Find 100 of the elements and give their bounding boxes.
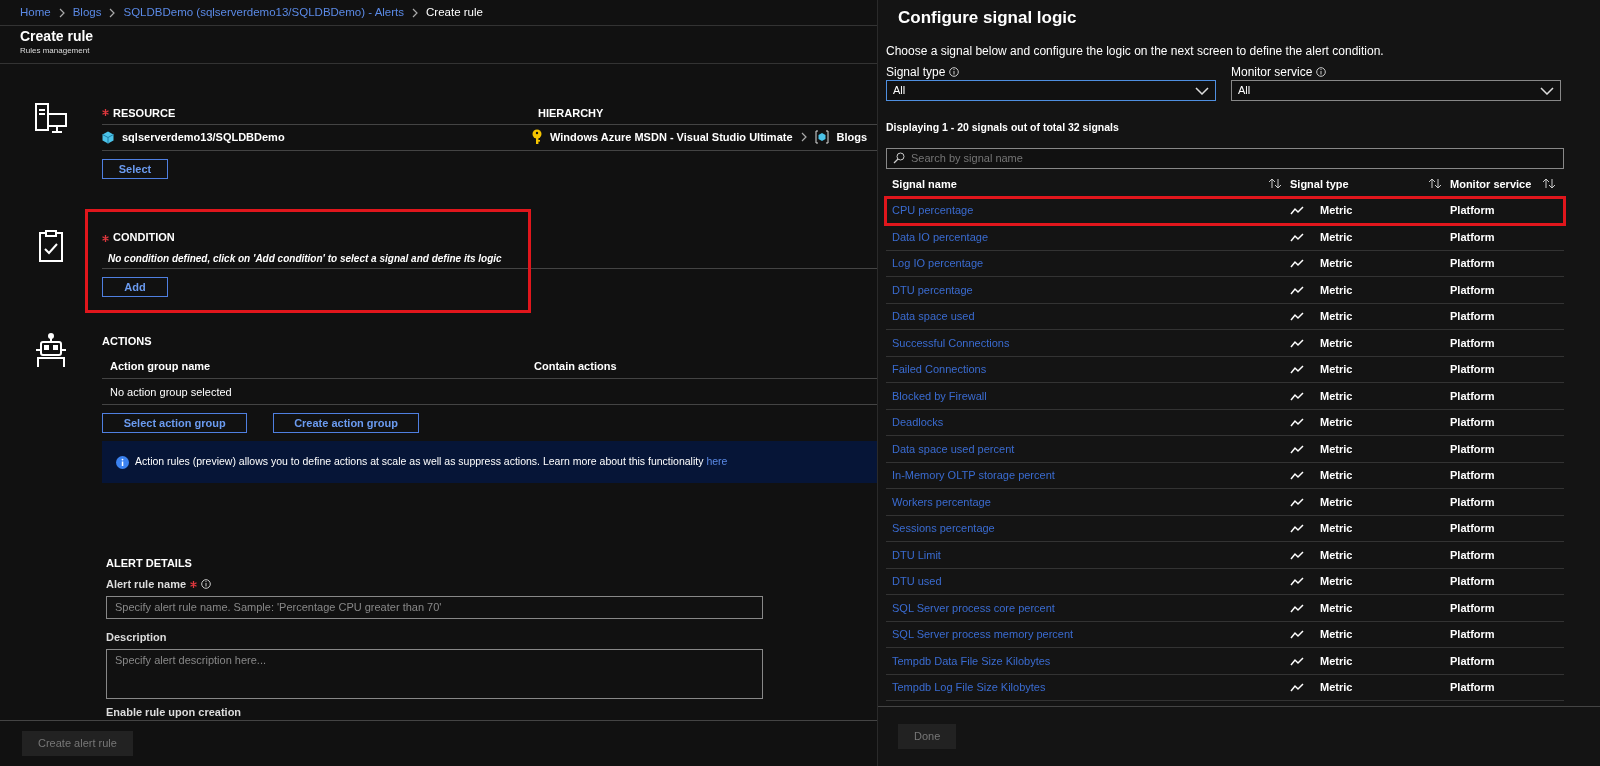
action-group-button[interactable]: Select action group bbox=[102, 413, 248, 434]
monitor-service: Platform bbox=[1450, 442, 1495, 455]
signal-type: Metric bbox=[1320, 600, 1353, 616]
signal-name-link[interactable]: Successful Connections bbox=[892, 336, 1010, 349]
signal-name-link[interactable]: DTU percentage bbox=[892, 283, 973, 296]
signal-type: Metric bbox=[1320, 680, 1353, 696]
section-heading: ALERT DETAILS bbox=[106, 556, 193, 572]
signal-name-link[interactable]: Failed Connections bbox=[892, 363, 987, 376]
signal-type: Metric bbox=[1320, 441, 1353, 457]
signal-row[interactable]: SQL Server process memory percent Metric Platform bbox=[886, 621, 1564, 649]
monitor-service: Platform bbox=[1450, 389, 1495, 402]
signal-type: Metric bbox=[1320, 574, 1353, 590]
monitor-service: Platform bbox=[1450, 283, 1495, 296]
signal-row[interactable]: Successful Connections Metric Platform bbox=[886, 330, 1564, 357]
signal-row[interactable]: Sessions percentage Metric Platform bbox=[886, 515, 1564, 543]
learn-more-link[interactable]: here bbox=[706, 455, 728, 468]
database-icon bbox=[814, 130, 829, 145]
signal-row[interactable]: Tempdb Data File Size Kilobytes Metric Platform bbox=[886, 648, 1564, 675]
signal-name-link[interactable]: Tempdb Log File Size Kilobytes bbox=[892, 681, 1046, 694]
metric-icon bbox=[1290, 365, 1304, 374]
signal-name-link[interactable]: DTU used bbox=[892, 575, 942, 588]
chevron-right-icon bbox=[800, 132, 807, 143]
empty-message: No action group selected bbox=[110, 384, 232, 400]
signal-name-link[interactable]: Workers percentage bbox=[892, 495, 991, 508]
metric-icon bbox=[1290, 418, 1304, 427]
chevron-down-icon[interactable] bbox=[1540, 86, 1554, 95]
signal-row[interactable]: Data space used Metric Platform bbox=[886, 303, 1564, 331]
select-button[interactable]: Select bbox=[102, 158, 168, 179]
monitor-service: Platform bbox=[1450, 628, 1495, 641]
description-field[interactable]: Specify alert description here... bbox=[106, 649, 763, 700]
monitor-service: Platform bbox=[1450, 575, 1495, 588]
signal-row[interactable]: In-Memory OLTP storage percent Metric Platform bbox=[886, 462, 1564, 490]
signal-row[interactable]: DTU Limit Metric Platform bbox=[886, 542, 1564, 569]
action-group-button[interactable]: Create action group bbox=[273, 413, 419, 434]
info-text: Action rules (preview) allows you to define actions at scale as well as suppress actions. Learn more about this functionality here bbox=[135, 454, 728, 470]
metric-icon bbox=[1290, 312, 1304, 321]
signal-row[interactable]: Data space used percent Metric Platform bbox=[886, 436, 1564, 463]
signal-name-link[interactable]: DTU Limit bbox=[892, 548, 941, 561]
signal-name-link[interactable]: Deadlocks bbox=[892, 416, 944, 429]
signal-name-link[interactable]: SQL Server process memory percent bbox=[892, 628, 1074, 641]
signal-row[interactable]: DTU used Metric Platform bbox=[886, 568, 1564, 596]
signal-type: Metric bbox=[1320, 309, 1353, 325]
add-button[interactable]: Add bbox=[102, 276, 168, 297]
signal-row[interactable]: Blocked by Firewall Metric Platform bbox=[886, 383, 1564, 410]
breadcrumb-current: Create rule bbox=[426, 4, 483, 20]
page-subtitle: Rules management bbox=[20, 44, 91, 57]
column-heading: Signal name bbox=[892, 176, 957, 192]
chevron-down-icon[interactable] bbox=[1195, 86, 1209, 95]
signal-type: Metric bbox=[1320, 494, 1353, 510]
signal-name-link[interactable]: Data IO percentage bbox=[892, 230, 988, 243]
signal-name-link[interactable]: CPU percentage bbox=[892, 204, 974, 217]
field-label: Alert rule name bbox=[106, 576, 187, 592]
signal-row[interactable]: Failed Connections Metric Platform bbox=[886, 356, 1564, 384]
signal-name-link[interactable]: Sessions percentage bbox=[892, 522, 995, 535]
name-field[interactable]: Specify alert rule name. Sample: 'Percentage CPU greater than 70' bbox=[106, 596, 763, 619]
metric-icon bbox=[1290, 206, 1304, 215]
dropdown[interactable]: All bbox=[886, 80, 1216, 101]
signal-row[interactable]: SQL Server process core percent Metric Platform bbox=[886, 595, 1564, 622]
robot-icon bbox=[35, 332, 67, 369]
breadcrumb-link[interactable]: Home bbox=[20, 3, 51, 22]
signal-name-link[interactable]: In-Memory OLTP storage percent bbox=[892, 469, 1055, 482]
metric-icon bbox=[1290, 232, 1304, 242]
signal-row[interactable]: Log IO percentage Metric Platform bbox=[886, 250, 1564, 278]
signal-row[interactable]: DTU percentage Metric Platform bbox=[886, 277, 1564, 304]
sort-icon[interactable] bbox=[1542, 178, 1556, 190]
signal-name-link[interactable]: Data space used bbox=[892, 310, 975, 323]
monitor-service: Platform bbox=[1450, 310, 1495, 323]
monitor-service: Platform bbox=[1450, 204, 1495, 217]
monitor-service: Platform bbox=[1450, 601, 1495, 614]
metric-icon bbox=[1290, 259, 1304, 268]
monitor-service: Platform bbox=[1450, 416, 1495, 429]
chevron-right-icon bbox=[109, 7, 116, 18]
signal-name-link[interactable]: Blocked by Firewall bbox=[892, 389, 987, 402]
dropdown[interactable]: All bbox=[1231, 80, 1561, 101]
signal-name-link[interactable]: Data space used percent bbox=[892, 442, 1015, 455]
signal-type: Metric bbox=[1320, 362, 1353, 378]
search-field[interactable]: Search by signal name bbox=[886, 147, 1564, 169]
field-label: Description bbox=[106, 629, 167, 645]
signal-type: Metric bbox=[1320, 229, 1353, 245]
breadcrumb-link[interactable]: Blogs bbox=[72, 3, 102, 22]
clipboard-check-icon bbox=[38, 228, 64, 263]
metric-icon bbox=[1290, 471, 1304, 480]
section-heading: CONDITION bbox=[113, 229, 175, 245]
signal-row[interactable]: CPU percentage Metric Platform bbox=[886, 197, 1564, 225]
signal-row[interactable]: Data IO percentage Metric Platform bbox=[886, 224, 1564, 251]
signal-row[interactable]: Workers percentage Metric Platform bbox=[886, 489, 1564, 516]
signal-name-link[interactable]: Log IO percentage bbox=[892, 257, 984, 270]
signal-row[interactable]: Deadlocks Metric Platform bbox=[886, 409, 1564, 437]
column-heading: HIERARCHY bbox=[538, 105, 604, 121]
signal-name-link[interactable]: SQL Server process core percent bbox=[892, 601, 1055, 614]
search-input[interactable]: Search by signal name bbox=[909, 149, 1557, 168]
signal-type: Metric bbox=[1320, 388, 1353, 404]
signal-row[interactable]: Tempdb Log File Size Kilobytes Metric Platform bbox=[886, 674, 1564, 702]
signal-type: Metric bbox=[1320, 256, 1353, 272]
sort-icon[interactable] bbox=[1428, 178, 1442, 190]
monitor-service: Platform bbox=[1450, 363, 1495, 376]
metric-icon bbox=[1290, 524, 1304, 533]
signal-name-link[interactable]: Tempdb Data File Size Kilobytes bbox=[892, 654, 1051, 667]
sort-icon[interactable] bbox=[1268, 178, 1282, 190]
breadcrumb-link[interactable]: SQLDBDemo (sqlserverdemo13/SQLDBDemo) - Alerts bbox=[123, 3, 405, 22]
